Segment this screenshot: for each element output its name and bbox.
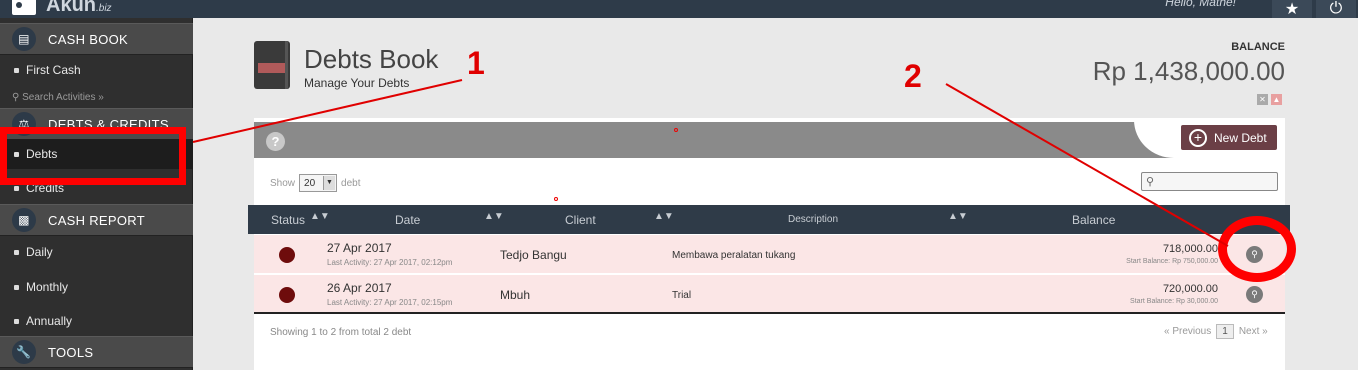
table-info: Showing 1 to 2 from total 2 debt [270, 327, 412, 338]
greeting-text: Hello, Mathe! [1165, 0, 1236, 9]
sidebar-section-cash-book[interactable]: ▤ CASH BOOK [0, 23, 193, 55]
export-buttons: ✕ ▲ [1257, 94, 1282, 105]
sidebar-section-tools[interactable]: 🔧 TOOLS [0, 336, 193, 368]
bullet-icon [14, 318, 19, 324]
page-title: Debts Book [304, 44, 439, 74]
sidebar-item-annually[interactable]: Annually [0, 306, 193, 336]
top-bar: Akun.biz Hello, Mathe! ★ ⏻ [0, 0, 1358, 18]
page-number[interactable]: 1 [1216, 324, 1234, 339]
bullet-icon [14, 249, 19, 255]
plus-icon: + [1189, 128, 1207, 147]
row-date: 27 Apr 2017 [327, 241, 392, 255]
annotation-dot [554, 197, 558, 201]
sort-icon[interactable]: ▲▼ [654, 211, 674, 222]
search-icon: ⚲ [1146, 176, 1155, 188]
sidebar-search-link[interactable]: ⚲ Search Activities » [12, 92, 104, 103]
row-date: 26 Apr 2017 [327, 281, 392, 295]
power-icon[interactable]: ⏻ [1316, 0, 1356, 18]
new-debt-button[interactable]: + New Debt [1181, 125, 1277, 150]
bullet-icon [14, 284, 19, 290]
annotation-label-1: 1 [467, 45, 485, 81]
sidebar-item-monthly[interactable]: Monthly [0, 272, 193, 302]
row-last-activity: Last Activity: 27 Apr 2017, 02:15pm [327, 298, 453, 307]
next-link[interactable]: Next » [1239, 326, 1268, 337]
row-balance: 718,000.00 [1162, 243, 1218, 255]
table-row[interactable]: 27 Apr 2017 Last Activity: 27 Apr 2017, … [254, 235, 1285, 274]
pagination: « Previous 1 Next » [1164, 324, 1268, 339]
bullet-icon [14, 67, 19, 73]
bar-chart-icon: ▩ [12, 208, 36, 232]
row-start-balance: Start Balance: Rp 30,000.00 [1130, 298, 1218, 305]
search-input[interactable] [1158, 175, 1271, 188]
balance-value: Rp 1,438,000.00 [1092, 56, 1285, 86]
row-description: Trial [672, 290, 692, 301]
new-debt-label: New Debt [1214, 130, 1267, 145]
page-size-select[interactable]: 20 ▼ [299, 174, 338, 192]
show-label: Show [270, 177, 296, 189]
col-balance[interactable]: Balance [1072, 213, 1115, 227]
page-size-value: 20 [304, 177, 316, 189]
excel-export-icon[interactable]: ✕ [1257, 94, 1268, 105]
pdf-export-icon[interactable]: ▲ [1271, 94, 1282, 105]
row-client: Mbuh [500, 288, 531, 302]
sort-icon[interactable]: ▲▼ [310, 211, 330, 222]
row-start-balance: Start Balance: Rp 750,000.00 [1126, 258, 1218, 265]
col-description[interactable]: Description [788, 214, 838, 225]
sort-icon[interactable]: ▲▼ [948, 211, 968, 222]
row-description: Membawa peralatan tukang [672, 250, 796, 261]
sidebar-section-cash-report[interactable]: ▩ CASH REPORT [0, 204, 193, 236]
sidebar-item-label: Monthly [26, 280, 69, 294]
annotation-circle [1218, 216, 1296, 282]
table-row[interactable]: 26 Apr 2017 Last Activity: 27 Apr 2017, … [254, 275, 1285, 314]
logo-text: Akun.biz [46, 0, 112, 16]
debts-book-icon [254, 41, 290, 89]
annotation-dot [674, 128, 678, 132]
row-last-activity: Last Activity: 27 Apr 2017, 02:12pm [327, 258, 453, 267]
col-client[interactable]: Client [565, 213, 596, 227]
status-indicator [279, 247, 295, 263]
col-status[interactable]: Status [271, 213, 305, 227]
page-size-control: Show 20 ▼ debt [270, 174, 360, 192]
sidebar-section-label: CASH REPORT [48, 212, 145, 228]
sidebar-item-label: First Cash [26, 63, 81, 77]
star-icon[interactable]: ★ [1272, 0, 1312, 18]
previous-link[interactable]: « Previous [1164, 326, 1211, 337]
sidebar: ▤ CASH BOOK First Cash ⚲ Search Activiti… [0, 18, 193, 370]
col-date[interactable]: Date [395, 213, 420, 227]
row-client: Tedjo Bangu [500, 248, 567, 262]
app-logo[interactable]: Akun.biz [12, 0, 112, 17]
annotation-box [0, 127, 186, 185]
sidebar-item-daily[interactable]: Daily [0, 237, 193, 267]
wrench-icon: 🔧 [12, 340, 36, 364]
sidebar-item-first-cash[interactable]: First Cash [0, 55, 193, 85]
sidebar-section-label: CASH BOOK [48, 31, 128, 47]
table-header: Status ▲▼ Date ▲▼ Client ▲▼ Description … [248, 205, 1290, 234]
bullet-icon [14, 185, 19, 191]
page-subtitle: Manage Your Debts [304, 76, 410, 90]
status-indicator [279, 287, 295, 303]
show-unit: debt [341, 177, 361, 189]
row-balance: 720,000.00 [1162, 283, 1218, 295]
panel-toolbar [254, 122, 1285, 158]
sidebar-section-label: TOOLS [48, 344, 94, 360]
logo-icon [12, 0, 36, 15]
sort-icon[interactable]: ▲▼ [484, 211, 504, 222]
search-field[interactable]: ⚲ [1141, 172, 1278, 191]
book-icon: ▤ [12, 27, 36, 51]
sidebar-item-label: Daily [26, 245, 53, 259]
sidebar-item-label: Annually [26, 314, 73, 328]
chevron-down-icon: ▼ [323, 176, 336, 190]
help-icon[interactable]: ? [266, 132, 285, 151]
balance-label: BALANCE [1231, 41, 1285, 53]
annotation-label-2: 2 [904, 58, 922, 94]
magnifier-icon[interactable]: ⚲ [1246, 286, 1263, 303]
